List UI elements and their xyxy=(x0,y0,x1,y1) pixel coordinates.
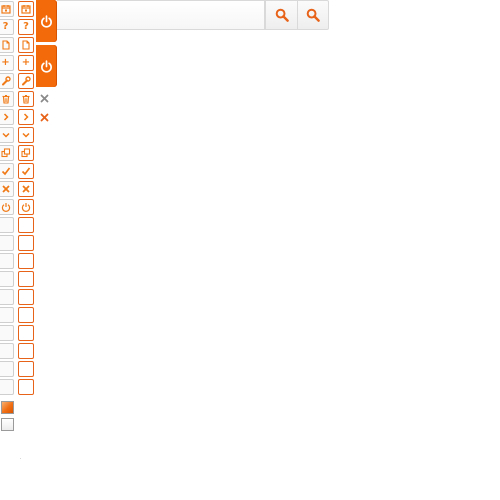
empty-tile-hover xyxy=(18,343,34,359)
help-tile-hover[interactable]: ? xyxy=(18,19,34,35)
copy-icon xyxy=(0,148,11,158)
empty-tile xyxy=(0,217,14,233)
empty-tile xyxy=(0,253,14,269)
search-icon xyxy=(306,8,320,22)
power-tile[interactable] xyxy=(0,199,14,215)
empty-tile-hover xyxy=(18,307,34,323)
calendar-tile[interactable] xyxy=(0,1,14,17)
chevron-down-tile[interactable] xyxy=(0,127,14,143)
trash-tile[interactable] xyxy=(0,91,14,107)
empty-tile xyxy=(0,325,14,341)
plus-icon: + xyxy=(1,57,10,68)
help-icon: ? xyxy=(23,21,29,32)
chevron-right-icon xyxy=(1,112,11,122)
power-icon xyxy=(41,59,52,73)
document-tile-hover[interactable] xyxy=(18,37,34,53)
power-tab-hover[interactable] xyxy=(36,45,57,87)
wrench-tile-hover[interactable] xyxy=(18,73,34,89)
copy-tile[interactable] xyxy=(0,145,14,161)
empty-tile-hover xyxy=(18,289,34,305)
empty-tile xyxy=(0,271,14,287)
empty-tile-hover xyxy=(18,253,34,269)
calendar-icon xyxy=(21,4,31,14)
empty-tile-hover xyxy=(18,325,34,341)
wrench-icon xyxy=(21,76,31,86)
check-tile[interactable] xyxy=(0,163,14,179)
trash-tile-hover[interactable] xyxy=(18,91,34,107)
empty-tile xyxy=(0,235,14,251)
copy-icon xyxy=(21,148,31,158)
plus-tile[interactable]: + xyxy=(0,55,14,71)
search-button-hover[interactable] xyxy=(297,0,329,30)
chevron-right-icon xyxy=(21,112,31,122)
document-tile[interactable] xyxy=(0,37,14,53)
close-icon xyxy=(1,184,11,194)
empty-tile xyxy=(0,361,14,377)
chevron-down-icon xyxy=(21,130,31,140)
chevron-right-tile[interactable] xyxy=(0,109,14,125)
empty-tile-hover xyxy=(18,271,34,287)
search-input[interactable] xyxy=(57,1,264,29)
document-icon xyxy=(21,40,31,50)
divider-dot xyxy=(20,458,21,459)
empty-tile-hover xyxy=(18,379,34,395)
calendar-icon xyxy=(0,4,11,14)
empty-tile xyxy=(0,379,14,395)
empty-tile xyxy=(0,289,14,305)
wrench-icon xyxy=(1,76,11,86)
search-bar xyxy=(57,0,265,30)
power-icon xyxy=(41,14,52,28)
color-swatch-light xyxy=(1,418,14,431)
power-icon xyxy=(1,202,11,212)
trash-icon xyxy=(21,94,31,104)
power-icon xyxy=(21,202,31,212)
help-icon: ? xyxy=(2,21,9,32)
close-icon-hover[interactable] xyxy=(40,113,49,122)
chevron-down-icon xyxy=(1,130,11,140)
close-tile[interactable] xyxy=(0,181,14,197)
search-button[interactable] xyxy=(265,0,297,30)
power-tile-hover[interactable] xyxy=(18,199,34,215)
close-icon xyxy=(21,184,31,194)
sprite-sheet: ? + ? + xyxy=(0,0,500,500)
copy-tile-hover[interactable] xyxy=(18,145,34,161)
help-tile[interactable]: ? xyxy=(0,19,14,35)
check-icon xyxy=(1,166,11,176)
plus-tile-hover[interactable]: + xyxy=(18,55,34,71)
empty-tile-hover xyxy=(18,217,34,233)
document-icon xyxy=(1,40,11,50)
power-tab[interactable] xyxy=(36,0,57,42)
chevron-down-tile-hover[interactable] xyxy=(18,127,34,143)
trash-icon xyxy=(1,94,11,104)
search-icon xyxy=(275,8,289,22)
color-swatch-orange xyxy=(1,401,14,414)
close-tile-hover[interactable] xyxy=(18,181,34,197)
close-icon[interactable] xyxy=(40,94,49,103)
plus-icon: + xyxy=(21,57,31,68)
wrench-tile[interactable] xyxy=(0,73,14,89)
check-tile-hover[interactable] xyxy=(18,163,34,179)
empty-tile-hover xyxy=(18,361,34,377)
empty-tile xyxy=(0,307,14,323)
empty-tile xyxy=(0,343,14,359)
check-icon xyxy=(21,166,31,176)
calendar-tile-hover[interactable] xyxy=(18,1,34,17)
empty-tile-hover xyxy=(18,235,34,251)
chevron-right-tile-hover[interactable] xyxy=(18,109,34,125)
